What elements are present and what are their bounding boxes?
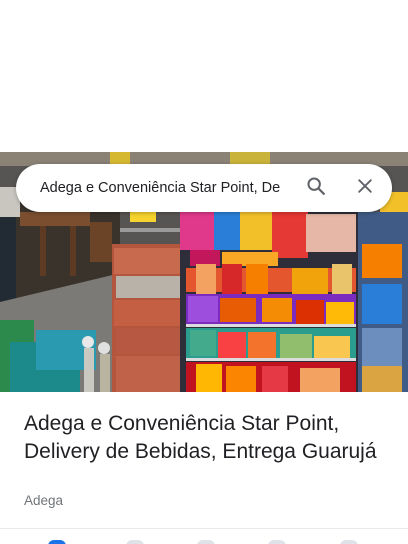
action-buttons-row [0,529,408,544]
call-button[interactable] [197,540,215,544]
close-icon[interactable] [355,176,375,201]
place-title: Adega e Conveniência Star Point, Deliver… [24,412,377,463]
save-button[interactable] [268,540,286,544]
clear-search-button[interactable] [349,172,381,204]
directions-button[interactable] [48,540,66,544]
search-input[interactable]: Adega e Conveniência Star Point, De [40,164,302,212]
place-info-panel: Adega e Conveniência Star Point, Deliver… [0,392,408,528]
place-category[interactable]: Adega [24,493,63,508]
place-page: Adega e Conveniência Star Point, De Adeg… [0,0,408,544]
map-area [0,0,408,152]
search-button[interactable] [300,172,332,204]
start-button[interactable] [126,540,144,544]
share-button[interactable] [340,540,358,544]
search-icon[interactable] [305,175,327,202]
search-bar[interactable]: Adega e Conveniência Star Point, De [16,164,392,212]
